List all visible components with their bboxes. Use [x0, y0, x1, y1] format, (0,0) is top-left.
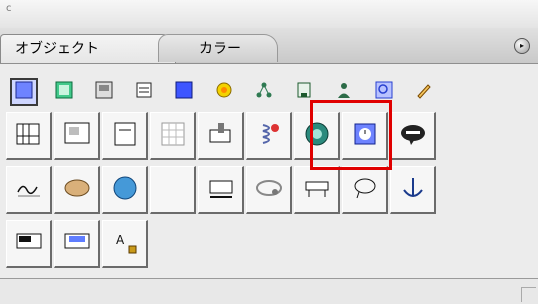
object-tile-speech-bubble[interactable]	[390, 112, 436, 160]
oval-object-icon	[61, 172, 93, 208]
object-tile-empty	[246, 220, 292, 268]
tab-color-label: カラー	[199, 41, 241, 57]
tab-strip: オブジェクト カラー	[0, 28, 538, 64]
globe-refresh-object-icon	[301, 118, 333, 154]
text-lock-object-icon: A	[109, 226, 141, 262]
network-tool[interactable]	[250, 78, 278, 106]
object-tile-empty	[438, 112, 484, 160]
object-grid: A	[6, 112, 484, 274]
svg-text:A: A	[116, 233, 125, 247]
object-tile-text-frame[interactable]	[102, 112, 148, 160]
spring-object-icon	[253, 118, 285, 154]
object-tile-empty	[438, 166, 484, 214]
anchor-object-icon	[397, 172, 429, 208]
object-tile-spring[interactable]	[246, 112, 292, 160]
object-tile-empty	[390, 220, 436, 268]
document-tool-icon	[295, 81, 313, 103]
object-tile-tray[interactable]	[198, 166, 244, 214]
loop-object-icon	[349, 172, 381, 208]
numeric-field-object-icon	[13, 226, 45, 262]
image-tool-icon	[95, 81, 113, 103]
stamp-object-icon	[205, 118, 237, 154]
object-tile-empty	[150, 220, 196, 268]
panel-titlebar[interactable]: ⅽ	[0, 0, 538, 29]
tab-objects[interactable]: オブジェクト	[0, 34, 176, 63]
image-tool[interactable]	[90, 78, 118, 106]
color-wheel-tool-icon	[215, 81, 233, 103]
tray-object-icon	[205, 172, 237, 208]
tab-color[interactable]: カラー	[158, 34, 278, 62]
speech-bubble-object-icon	[397, 118, 429, 154]
bracket-object-icon	[157, 172, 189, 208]
object-tile-empty	[342, 220, 388, 268]
frame-tool-icon	[55, 81, 73, 103]
tool-row	[10, 76, 438, 108]
object-tile-picture-frame[interactable]	[54, 112, 100, 160]
status-bar	[0, 278, 538, 304]
object-tile-sphere[interactable]	[102, 166, 148, 214]
search-tool-icon	[375, 81, 393, 103]
object-tile-empty	[294, 220, 340, 268]
list-tool-icon	[135, 81, 153, 103]
clock-object-icon	[349, 118, 381, 154]
pencil-tool-icon	[415, 81, 433, 103]
resize-grip-icon[interactable]	[521, 287, 536, 302]
object-tile-text-lock[interactable]: A	[102, 220, 148, 268]
object-tile-clock[interactable]	[342, 112, 388, 160]
grid-object-icon	[13, 118, 45, 154]
object-tile-grid[interactable]	[6, 112, 52, 160]
object-tile-oval[interactable]	[54, 166, 100, 214]
box-tool[interactable]	[170, 78, 198, 106]
ring-object-icon	[253, 172, 285, 208]
object-tile-bracket[interactable]	[150, 166, 196, 214]
table-object-icon	[157, 118, 189, 154]
network-tool-icon	[255, 81, 273, 103]
object-tile-loop[interactable]	[342, 166, 388, 214]
picture-frame-object-icon	[61, 118, 93, 154]
person-tool[interactable]	[330, 78, 358, 106]
object-tile-empty	[438, 220, 484, 268]
box-tool-icon	[175, 81, 193, 103]
object-tile-ring[interactable]	[246, 166, 292, 214]
signature-object-icon	[13, 172, 45, 208]
object-tile-table[interactable]	[150, 112, 196, 160]
document-tool[interactable]	[290, 78, 318, 106]
object-tile-bench[interactable]	[294, 166, 340, 214]
stepper-object-icon	[61, 226, 93, 262]
object-tile-empty	[198, 220, 244, 268]
object-tile-anchor[interactable]	[390, 166, 436, 214]
person-tool-icon	[335, 81, 353, 103]
object-tile-numeric-field[interactable]	[6, 220, 52, 268]
list-tool[interactable]	[130, 78, 158, 106]
text-frame-object-icon	[109, 118, 141, 154]
menu-arrow-icon: ▸	[519, 41, 524, 50]
object-tile-stepper[interactable]	[54, 220, 100, 268]
selection-tool-icon	[15, 81, 33, 103]
color-wheel-tool[interactable]	[210, 78, 238, 106]
tab-objects-label: オブジェクト	[15, 41, 99, 57]
object-tile-stamp[interactable]	[198, 112, 244, 160]
bench-object-icon	[301, 172, 333, 208]
panel-menu-button[interactable]: ▸	[514, 38, 530, 54]
search-tool[interactable]	[370, 78, 398, 106]
object-tile-globe-refresh[interactable]	[294, 112, 340, 160]
pencil-tool[interactable]	[410, 78, 438, 106]
object-tile-signature[interactable]	[6, 166, 52, 214]
selection-tool[interactable]	[10, 78, 38, 106]
frame-tool[interactable]	[50, 78, 78, 106]
sphere-object-icon	[109, 172, 141, 208]
panel-title-glyph: ⅽ	[6, 3, 12, 14]
